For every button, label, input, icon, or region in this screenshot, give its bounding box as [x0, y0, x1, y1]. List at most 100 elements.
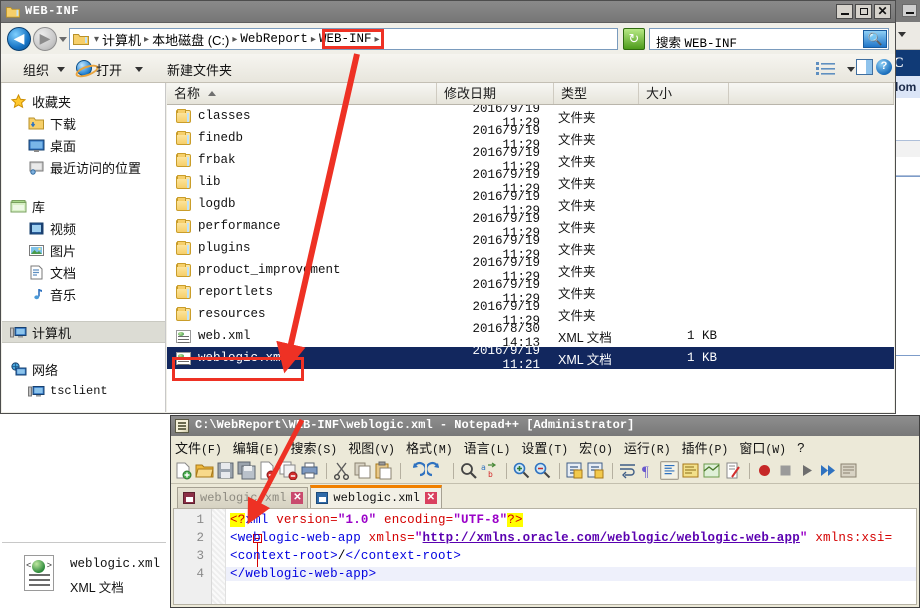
save-all-icon[interactable] — [237, 461, 256, 480]
file-type: 文件夹 — [558, 110, 596, 125]
function-list-icon[interactable] — [723, 461, 742, 480]
sidebar-item-recent-places[interactable]: 最近访问的位置 — [2, 156, 165, 178]
sync-scroll-v-icon[interactable] — [565, 461, 584, 480]
chevron-down-icon[interactable] — [847, 67, 855, 72]
back-button[interactable]: ◀ — [7, 27, 31, 51]
menu-item[interactable]: 插件(P) — [682, 438, 729, 457]
search-icon[interactable]: 🔍 — [863, 30, 887, 48]
code-line-4[interactable]: </weblogic-web-app> — [226, 567, 916, 581]
menu-item[interactable]: 窗口(W) — [739, 438, 786, 457]
sidebar-item-computer[interactable]: 计算机 — [2, 321, 165, 343]
sidebar-item-videos[interactable]: 视频 — [2, 217, 165, 239]
close-icon[interactable]: ✕ — [291, 492, 304, 504]
sidebar-item-tsclient[interactable]: tsclient — [2, 380, 165, 402]
editor-tab[interactable]: weblogic.xml ✕ — [177, 487, 309, 508]
editor-tabs[interactable]: weblogic.xml ✕ weblogic.xml ✕ — [171, 484, 919, 508]
sidebar-item-desktop[interactable]: 桌面 — [2, 134, 165, 156]
refresh-button[interactable]: ↻ — [623, 28, 645, 50]
word-wrap-icon[interactable] — [618, 461, 637, 480]
sidebar-item-pictures[interactable]: 图片 — [2, 239, 165, 261]
code-line-3[interactable]: <context-root>/</context-root> — [230, 549, 916, 563]
minimize-button[interactable] — [836, 4, 853, 19]
menu-item[interactable]: ? — [797, 440, 804, 455]
save-macro-icon[interactable] — [839, 461, 858, 480]
doc-map-icon[interactable] — [702, 461, 721, 480]
sidebar-item-documents[interactable]: 文档 — [2, 261, 165, 283]
menu-item[interactable]: 文件(F) — [175, 438, 222, 457]
stop-macro-icon[interactable] — [776, 461, 795, 480]
help-icon[interactable]: ? — [876, 59, 892, 75]
close-file-icon[interactable] — [258, 461, 277, 480]
menu-item[interactable]: 设置(T) — [521, 438, 568, 457]
close-all-icon[interactable] — [279, 461, 298, 480]
new-folder-button[interactable]: 新建文件夹 — [167, 60, 232, 79]
user-defined-lang-icon[interactable] — [681, 461, 700, 480]
fold-margin[interactable] — [212, 509, 262, 604]
open-file-icon[interactable] — [195, 461, 214, 480]
breadcrumb-separator[interactable]: ▸ — [230, 34, 239, 45]
menu-item[interactable]: 编辑(E) — [233, 438, 280, 457]
save-icon[interactable] — [216, 461, 235, 480]
editor-tab[interactable]: weblogic.xml ✕ — [310, 485, 442, 508]
code-editor[interactable]: 1 2 3 4 <?xml version="1.0" encoding="UT… — [173, 508, 917, 605]
play-macro-icon[interactable] — [797, 461, 816, 480]
new-file-icon[interactable] — [174, 461, 193, 480]
column-header-name[interactable]: 名称 — [167, 83, 437, 104]
record-macro-icon[interactable] — [755, 461, 774, 480]
play-macro-multiple-icon[interactable] — [818, 461, 837, 480]
redo-icon[interactable] — [427, 461, 446, 480]
preview-pane-button[interactable] — [856, 59, 873, 75]
code-line-1[interactable]: <?xml version="1.0" encoding="UTF-8"?> — [230, 513, 916, 527]
breadcrumb-separator[interactable]: ▸ — [142, 34, 151, 45]
sidebar-item-network[interactable]: 网络 — [2, 358, 165, 380]
menu-item[interactable]: 视图(V) — [348, 438, 395, 457]
menu-item[interactable]: 格式(M) — [406, 438, 453, 457]
code-line-2[interactable]: <weblogic-web-app xmlns="http://xmlns.or… — [230, 531, 916, 545]
chevron-down-icon[interactable] — [57, 67, 65, 72]
sidebar-item-music[interactable]: 音乐 — [2, 283, 165, 305]
menu-item[interactable]: 搜索(S) — [290, 438, 337, 457]
copy-icon[interactable] — [353, 461, 372, 480]
paste-icon[interactable] — [374, 461, 393, 480]
sidebar-item-downloads[interactable]: 下载 — [2, 112, 165, 134]
notepadpp-toolbar[interactable]: ab ¶ — [171, 458, 919, 484]
print-icon[interactable] — [300, 461, 319, 480]
search-input[interactable]: 搜索 WEB-INF 🔍 — [649, 28, 889, 51]
cut-icon[interactable] — [332, 461, 351, 480]
column-header-date[interactable]: 修改日期 — [437, 83, 554, 104]
organize-button[interactable]: 组织 — [23, 60, 49, 79]
breadcrumb-separator[interactable]: ▸ — [309, 34, 318, 45]
sync-scroll-h-icon[interactable] — [586, 461, 605, 480]
forward-button[interactable]: ▶ — [33, 27, 57, 51]
file-name: lib — [198, 175, 221, 189]
breadcrumb-item-computer[interactable]: 计算机 — [101, 30, 142, 49]
show-all-chars-icon[interactable]: ¶ — [639, 461, 658, 480]
indent-guide-icon[interactable] — [660, 461, 679, 480]
menu-item[interactable]: 语言(L) — [464, 438, 511, 457]
zoom-out-icon[interactable] — [533, 461, 552, 480]
breadcrumb-item-local-disk[interactable]: 本地磁盘 (C:) — [151, 30, 230, 49]
close-icon[interactable]: ✕ — [424, 492, 437, 504]
maximize-button[interactable] — [855, 4, 872, 19]
sidebar-item-favorites[interactable]: 收藏夹 — [2, 90, 165, 112]
sidebar-item-libraries[interactable]: 库 — [2, 195, 165, 217]
replace-icon[interactable]: ab — [480, 461, 499, 480]
navigation-pane[interactable]: 收藏夹 下载 桌面 最近访问的位置 库 视频 图片 文档 音乐 计算机 网络 t… — [2, 83, 166, 412]
undo-icon[interactable] — [406, 461, 425, 480]
column-header-type[interactable]: 类型 — [554, 83, 639, 104]
breadcrumb-item-webreport[interactable]: WebReport — [239, 32, 309, 46]
menu-item[interactable]: 运行(R) — [624, 438, 671, 457]
menu-item[interactable]: 宏(O) — [579, 438, 613, 457]
column-header-size[interactable]: 大小 — [639, 83, 729, 104]
background-window-minimize-button[interactable] — [902, 4, 917, 17]
notepadpp-menubar[interactable]: 文件(F) 编辑(E) 搜索(S) 视图(V) 格式(M) 语言(L) 设置(T) 宏(O) 运… — [171, 436, 919, 458]
close-button[interactable]: ✕ — [874, 4, 891, 19]
open-button[interactable]: 打开 — [96, 60, 122, 79]
recent-pages-chevron-down-icon[interactable] — [59, 37, 67, 42]
chevron-down-icon[interactable] — [135, 67, 143, 72]
folder-icon — [176, 240, 191, 255]
zoom-in-icon[interactable] — [512, 461, 531, 480]
view-layout-icon[interactable] — [815, 60, 837, 77]
chevron-down-icon[interactable] — [898, 32, 906, 37]
find-icon[interactable] — [459, 461, 478, 480]
